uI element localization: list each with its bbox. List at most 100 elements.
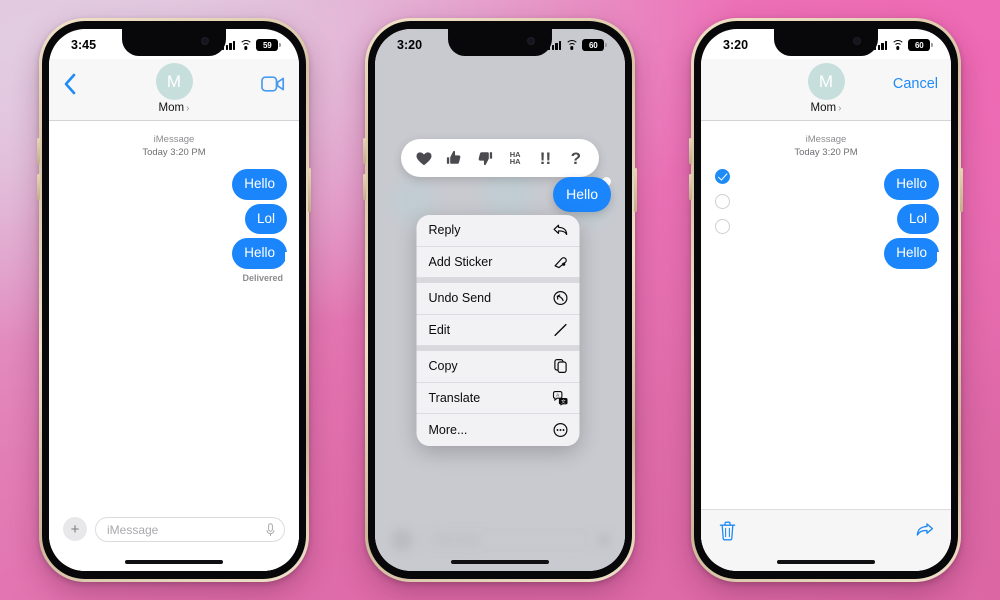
battery-level: 60 bbox=[908, 39, 931, 51]
message-bubble[interactable]: Hello bbox=[884, 238, 946, 269]
conversation-meta: iMessage Today 3:20 PM bbox=[701, 133, 951, 159]
battery-icon: 60 bbox=[908, 39, 933, 51]
message-row[interactable]: Hello bbox=[701, 169, 939, 200]
heart-tapback[interactable] bbox=[414, 148, 434, 168]
wifi-icon bbox=[891, 40, 905, 50]
notch bbox=[774, 29, 878, 56]
contact-name-label: Mom bbox=[810, 102, 837, 114]
status-time: 3:20 bbox=[723, 38, 749, 52]
message-input-placeholder: iMessage bbox=[107, 522, 159, 537]
contact-name-label: Mom bbox=[158, 102, 185, 114]
volume-down-button[interactable] bbox=[689, 174, 692, 200]
phone1-screen: 3:45 59 M Mom › iMessage Today 3:20 PM H… bbox=[49, 29, 299, 571]
conversation-timestamp: Today 3:20 PM bbox=[142, 147, 206, 158]
message-row[interactable]: Lol bbox=[49, 203, 287, 234]
microphone-icon bbox=[599, 533, 609, 547]
message-list: Hello Lol Hello Delivered bbox=[49, 169, 299, 283]
plus-icon bbox=[391, 529, 413, 551]
menu-item-translate[interactable]: Translate A 文 bbox=[416, 383, 580, 414]
question-tapback[interactable]: ? bbox=[566, 148, 586, 168]
service-label: iMessage bbox=[805, 134, 847, 145]
home-indicator[interactable] bbox=[125, 559, 223, 564]
message-bubble[interactable]: Hello bbox=[232, 238, 294, 269]
battery-icon: 60 bbox=[582, 39, 607, 51]
menu-item-label: Undo Send bbox=[428, 291, 492, 306]
front-camera-icon bbox=[853, 37, 861, 45]
menu-item-edit[interactable]: Edit bbox=[416, 315, 580, 346]
translate-icon: A 文 bbox=[552, 390, 569, 406]
menu-item-add-sticker[interactable]: Add Sticker bbox=[416, 247, 580, 278]
forward-arrow-icon[interactable] bbox=[915, 520, 934, 541]
selected-message-bubble[interactable]: Hello bbox=[553, 177, 611, 212]
battery-cap bbox=[931, 42, 933, 48]
delivery-status: Delivered bbox=[242, 272, 283, 283]
menu-item-undo-send[interactable]: Undo Send bbox=[416, 283, 580, 315]
menu-item-reply[interactable]: Reply bbox=[416, 215, 580, 247]
message-row[interactable]: Hello bbox=[701, 238, 946, 269]
volume-up-button[interactable] bbox=[37, 138, 40, 164]
battery-icon: 59 bbox=[256, 39, 281, 51]
phone-bezel: 3:20 60 Cancel M Mom › iMessage Today 3:… bbox=[694, 21, 958, 579]
front-camera-icon bbox=[201, 37, 209, 45]
message-context-menu[interactable]: Reply Add Sticker Undo Send Edit Copy Tr… bbox=[416, 215, 580, 446]
plus-icon[interactable]: + bbox=[63, 517, 87, 541]
volume-down-button[interactable] bbox=[37, 174, 40, 200]
video-call-icon[interactable] bbox=[261, 75, 285, 93]
power-button[interactable] bbox=[960, 168, 963, 212]
iphone-message-context-menu: 3:20 60 HA HA !! ? Hello Reply Add Stick… bbox=[363, 18, 637, 582]
front-camera-icon bbox=[527, 37, 535, 45]
contact-name: Mom › bbox=[811, 102, 842, 114]
battery-cap bbox=[605, 42, 607, 48]
chevron-right-icon: › bbox=[838, 102, 842, 114]
phone-bezel: 3:45 59 M Mom › iMessage Today 3:20 PM H… bbox=[42, 21, 306, 579]
trash-icon[interactable] bbox=[718, 520, 737, 541]
tapback-reaction-bar[interactable]: HA HA !! ? bbox=[401, 139, 599, 177]
battery-level: 59 bbox=[256, 39, 279, 51]
message-row[interactable]: Hello bbox=[49, 238, 294, 269]
avatar: M bbox=[155, 63, 193, 100]
menu-item-more[interactable]: More... bbox=[417, 414, 580, 446]
exclamation-tapback[interactable]: !! bbox=[535, 148, 555, 168]
message-input-placeholder: iMessage bbox=[422, 529, 590, 551]
haha-tapback[interactable]: HA HA bbox=[505, 148, 525, 168]
screenshot-canvas: 3:45 59 M Mom › iMessage Today 3:20 PM H… bbox=[0, 0, 1000, 600]
message-input-field[interactable]: iMessage bbox=[95, 517, 285, 542]
menu-item-label: Translate bbox=[428, 390, 481, 405]
menu-item-copy[interactable]: Copy bbox=[416, 351, 580, 383]
thumbs-up-tapback[interactable] bbox=[444, 148, 464, 168]
power-button[interactable] bbox=[634, 168, 637, 212]
cancel-button[interactable]: Cancel bbox=[893, 76, 938, 92]
wifi-icon bbox=[565, 40, 579, 50]
iphone-select-messages-mode: 3:20 60 Cancel M Mom › iMessage Today 3:… bbox=[689, 18, 963, 582]
message-bubble[interactable]: Lol bbox=[896, 203, 939, 234]
phone2-screen: 3:20 60 HA HA !! ? Hello Reply Add Stick… bbox=[375, 29, 625, 571]
status-time: 3:20 bbox=[397, 38, 423, 52]
message-row[interactable]: Hello bbox=[49, 169, 287, 200]
volume-up-button[interactable] bbox=[363, 138, 366, 164]
home-indicator[interactable] bbox=[451, 559, 549, 564]
thumbs-down-tapback[interactable] bbox=[475, 148, 495, 168]
blurred-header bbox=[375, 65, 625, 115]
microphone-icon[interactable] bbox=[266, 522, 275, 537]
svg-text:A: A bbox=[556, 392, 560, 397]
volume-down-button[interactable] bbox=[363, 174, 366, 200]
conversation-header: M Mom › bbox=[49, 59, 299, 121]
menu-item-label: Add Sticker bbox=[428, 254, 493, 269]
message-bubble[interactable]: Lol bbox=[244, 203, 287, 234]
message-list: Hello Lol Hello bbox=[701, 169, 951, 269]
back-chevron-icon[interactable] bbox=[63, 73, 77, 95]
more-ellipsis-icon bbox=[553, 422, 569, 438]
reply-arrow-icon bbox=[553, 222, 569, 238]
home-indicator[interactable] bbox=[777, 559, 875, 564]
message-bubble[interactable]: Hello bbox=[232, 169, 287, 200]
message-row[interactable]: Lol bbox=[701, 203, 939, 234]
menu-item-label: Reply bbox=[428, 223, 461, 238]
volume-up-button[interactable] bbox=[689, 138, 692, 164]
notch bbox=[122, 29, 226, 56]
message-bubble[interactable]: Hello bbox=[884, 169, 939, 200]
phone-bezel: 3:20 60 HA HA !! ? Hello Reply Add Stick… bbox=[368, 21, 632, 579]
phone3-screen: 3:20 60 Cancel M Mom › iMessage Today 3:… bbox=[701, 29, 951, 571]
menu-item-label: Edit bbox=[428, 322, 451, 337]
power-button[interactable] bbox=[308, 168, 311, 212]
pencil-icon bbox=[553, 322, 569, 338]
